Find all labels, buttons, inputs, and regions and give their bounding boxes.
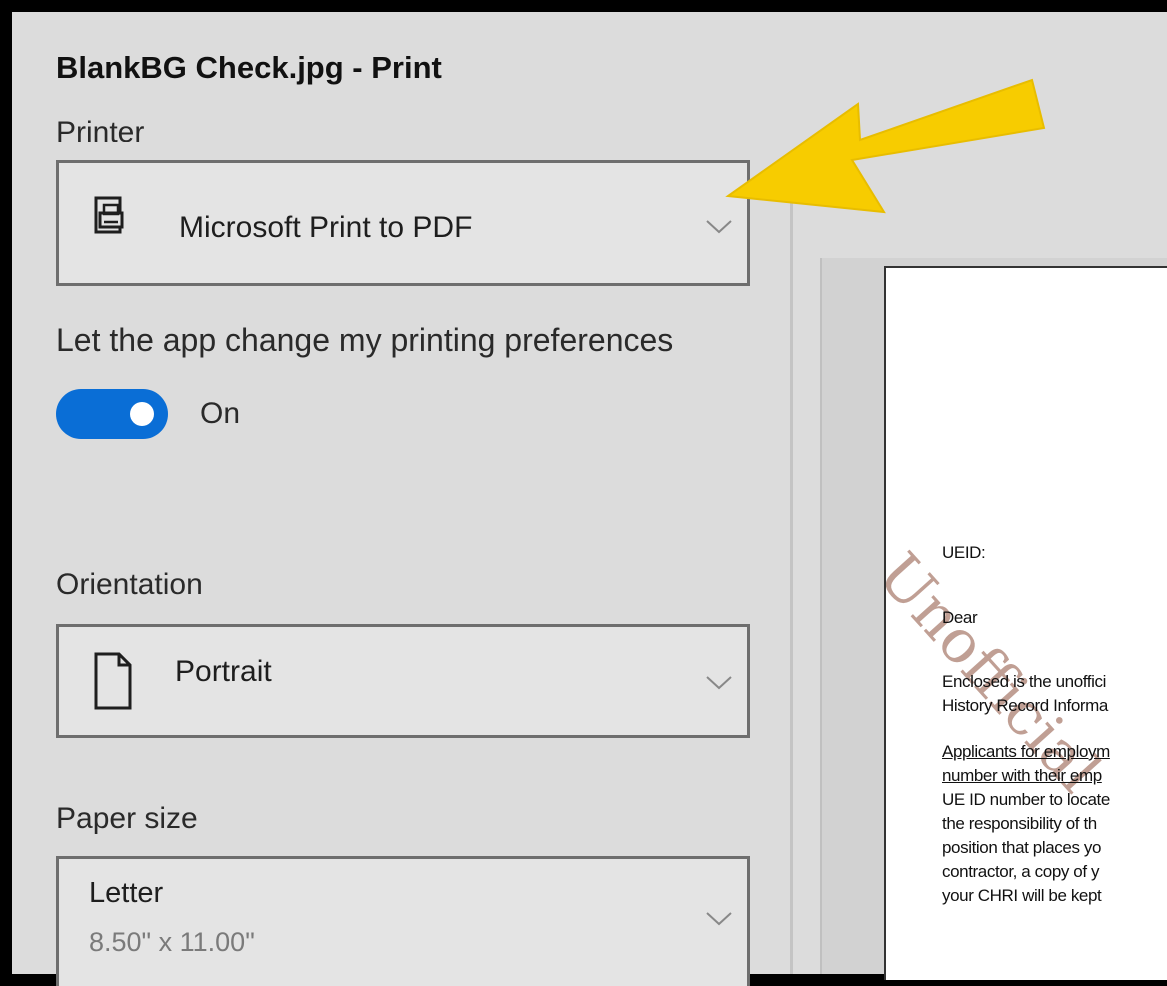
chevron-down-icon: [706, 912, 732, 926]
orientation-dropdown[interactable]: Portrait: [56, 624, 750, 738]
preview-page: Unofficial UEID: Dear Enclosed is the un…: [884, 266, 1167, 980]
paper-size-dimensions: 8.50" x 11.00": [89, 927, 255, 957]
preview-line: Applicants for employm: [942, 742, 1110, 761]
preview-line: UEID:: [942, 543, 986, 562]
paper-size-selected: Letter: [89, 877, 164, 909]
preview-line: your CHRI will be kept: [942, 886, 1102, 905]
paper-size-label: Paper size: [56, 802, 198, 835]
preview-line: position that places yo: [942, 838, 1102, 857]
chevron-down-icon: [706, 676, 732, 690]
preview-line: contractor, a copy of y: [942, 862, 1100, 881]
orientation-selected: Portrait: [175, 655, 272, 688]
paper-size-dropdown[interactable]: Letter 8.50" x 11.00": [56, 856, 750, 986]
toggle-knob: [130, 402, 154, 426]
preview-line: History Record Informa: [942, 696, 1108, 715]
preview-line: UE ID number to locate: [942, 790, 1110, 809]
panel-divider: [790, 197, 793, 974]
preferences-toggle[interactable]: [56, 389, 168, 439]
printer-selected: Microsoft Print to PDF: [179, 211, 473, 244]
toggle-state-label: On: [200, 397, 241, 430]
preview-line: Enclosed is the unoffici: [942, 672, 1106, 691]
orientation-label: Orientation: [56, 568, 203, 601]
chevron-down-icon: [706, 220, 732, 234]
preview-line: number with their emp: [942, 766, 1102, 785]
printer-label: Printer: [56, 116, 145, 142]
preview-line: Dear: [942, 608, 978, 627]
printer-icon: [94, 196, 124, 234]
portrait-page-icon: [94, 652, 132, 710]
printer-dropdown[interactable]: Microsoft Print to PDF: [56, 160, 750, 286]
preferences-label: Let the app change my printing preferenc…: [56, 322, 674, 358]
dialog-title: BlankBG Check.jpg - Print: [56, 50, 442, 85]
preview-line: the responsibility of th: [942, 814, 1097, 833]
